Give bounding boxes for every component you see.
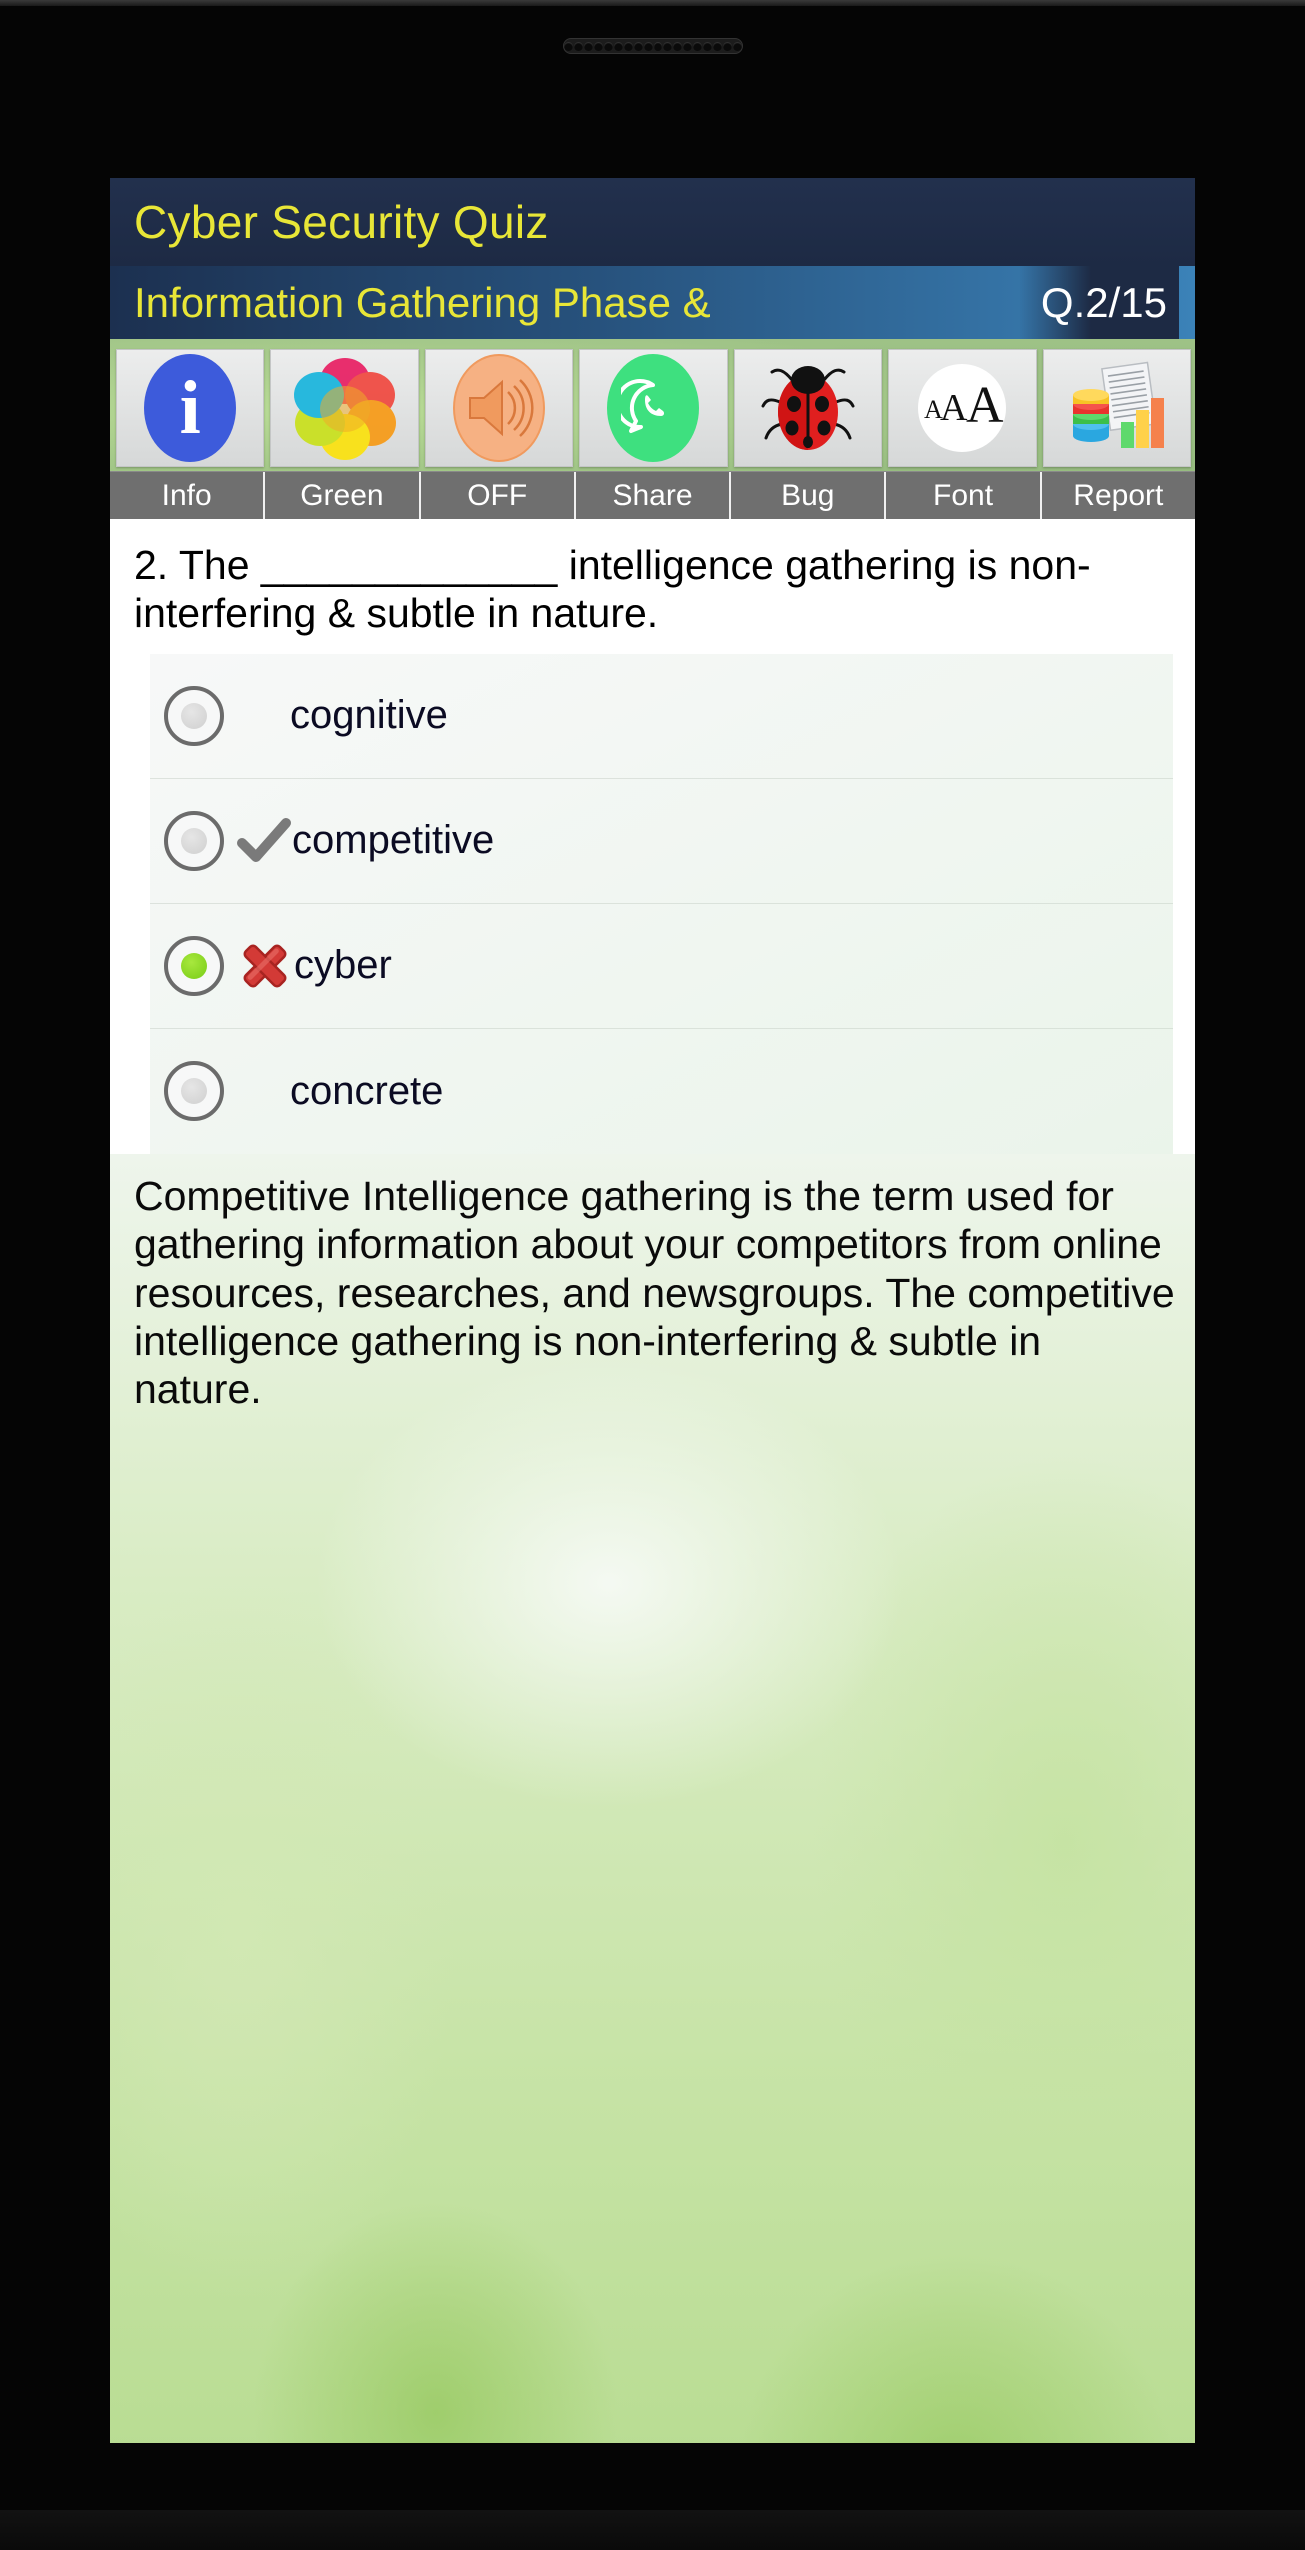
phone-screen: Cyber Security Quiz Information Gatherin… xyxy=(110,178,1195,2443)
answer-options-list: cognitive competitive cyber concrete xyxy=(150,653,1173,1154)
option-row-cyber[interactable]: cyber xyxy=(150,904,1173,1029)
radio-competitive[interactable] xyxy=(164,810,224,871)
color-palette-icon xyxy=(293,358,396,460)
report-bug-button[interactable] xyxy=(733,349,883,467)
toolbar-label-row: Info Green OFF Share Bug Font Report xyxy=(110,471,1195,519)
explanation-area: Competitive Intelligence gathering is th… xyxy=(110,1154,1195,1414)
option-row-competitive[interactable]: competitive xyxy=(150,779,1173,904)
option-row-concrete[interactable]: concrete xyxy=(150,1029,1173,1154)
report-button[interactable] xyxy=(1042,349,1191,467)
wrong-cross-icon xyxy=(236,937,294,995)
content-body: Competitive Intelligence gathering is th… xyxy=(110,1153,1195,2443)
sound-toggle-button[interactable] xyxy=(424,349,574,467)
svg-text:A: A xyxy=(966,377,1004,434)
font-size-button[interactable]: A A A xyxy=(888,349,1037,467)
theme-color-button[interactable] xyxy=(270,349,419,467)
info-button[interactable]: i xyxy=(116,349,265,467)
option-label-competitive: competitive xyxy=(292,818,495,863)
question-text: 2. The _____________ intelligence gather… xyxy=(134,542,1091,637)
info-icon: i xyxy=(144,354,237,462)
device-frame: Cyber Security Quiz Information Gatherin… xyxy=(0,0,1305,2550)
question-area: 2. The _____________ intelligence gather… xyxy=(110,519,1195,646)
toolbar: i A A A Info Green OFF Share Bug Font Re… xyxy=(110,339,1195,519)
option-row-cognitive[interactable]: cognitive xyxy=(150,654,1173,779)
bezel-bottom-strip xyxy=(0,2510,1305,2550)
earpiece-speaker-grille xyxy=(563,38,743,54)
bezel-top-strip xyxy=(0,0,1305,6)
question-counter-badge: Q.2/15 xyxy=(1018,266,1179,339)
share-button[interactable] xyxy=(579,349,728,467)
toolbar-label-bug[interactable]: Bug xyxy=(731,472,887,519)
toolbar-label-font[interactable]: Font xyxy=(886,472,1042,519)
toolbar-label-share[interactable]: Share xyxy=(576,472,732,519)
explanation-text: Competitive Intelligence gathering is th… xyxy=(134,1172,1175,1413)
quiz-subtitle-bar: Information Gathering Phase & Q.2/15 xyxy=(110,266,1195,339)
app-title: Cyber Security Quiz xyxy=(134,196,549,248)
toolbar-label-green[interactable]: Green xyxy=(265,472,421,519)
whatsapp-share-icon xyxy=(607,354,700,462)
radio-concrete[interactable] xyxy=(164,1061,224,1122)
toolbar-icon-row: i A A A xyxy=(110,343,1195,471)
font-size-icon: A A A xyxy=(918,364,1007,452)
app-title-bar: Cyber Security Quiz xyxy=(110,178,1195,266)
ladybug-icon xyxy=(761,366,855,450)
radio-cognitive[interactable] xyxy=(164,685,224,746)
toolbar-label-report[interactable]: Report xyxy=(1042,472,1195,519)
correct-check-icon xyxy=(236,815,292,867)
report-chart-icon xyxy=(1072,361,1164,448)
speaker-icon xyxy=(453,354,546,462)
toolbar-label-info[interactable]: Info xyxy=(110,472,266,519)
option-label-cyber: cyber xyxy=(294,943,392,988)
toolbar-label-off[interactable]: OFF xyxy=(421,472,576,519)
svg-text:A: A xyxy=(940,387,968,429)
radio-cyber[interactable] xyxy=(164,935,224,996)
option-label-concrete: concrete xyxy=(290,1068,444,1113)
option-label-cognitive: cognitive xyxy=(290,693,448,738)
